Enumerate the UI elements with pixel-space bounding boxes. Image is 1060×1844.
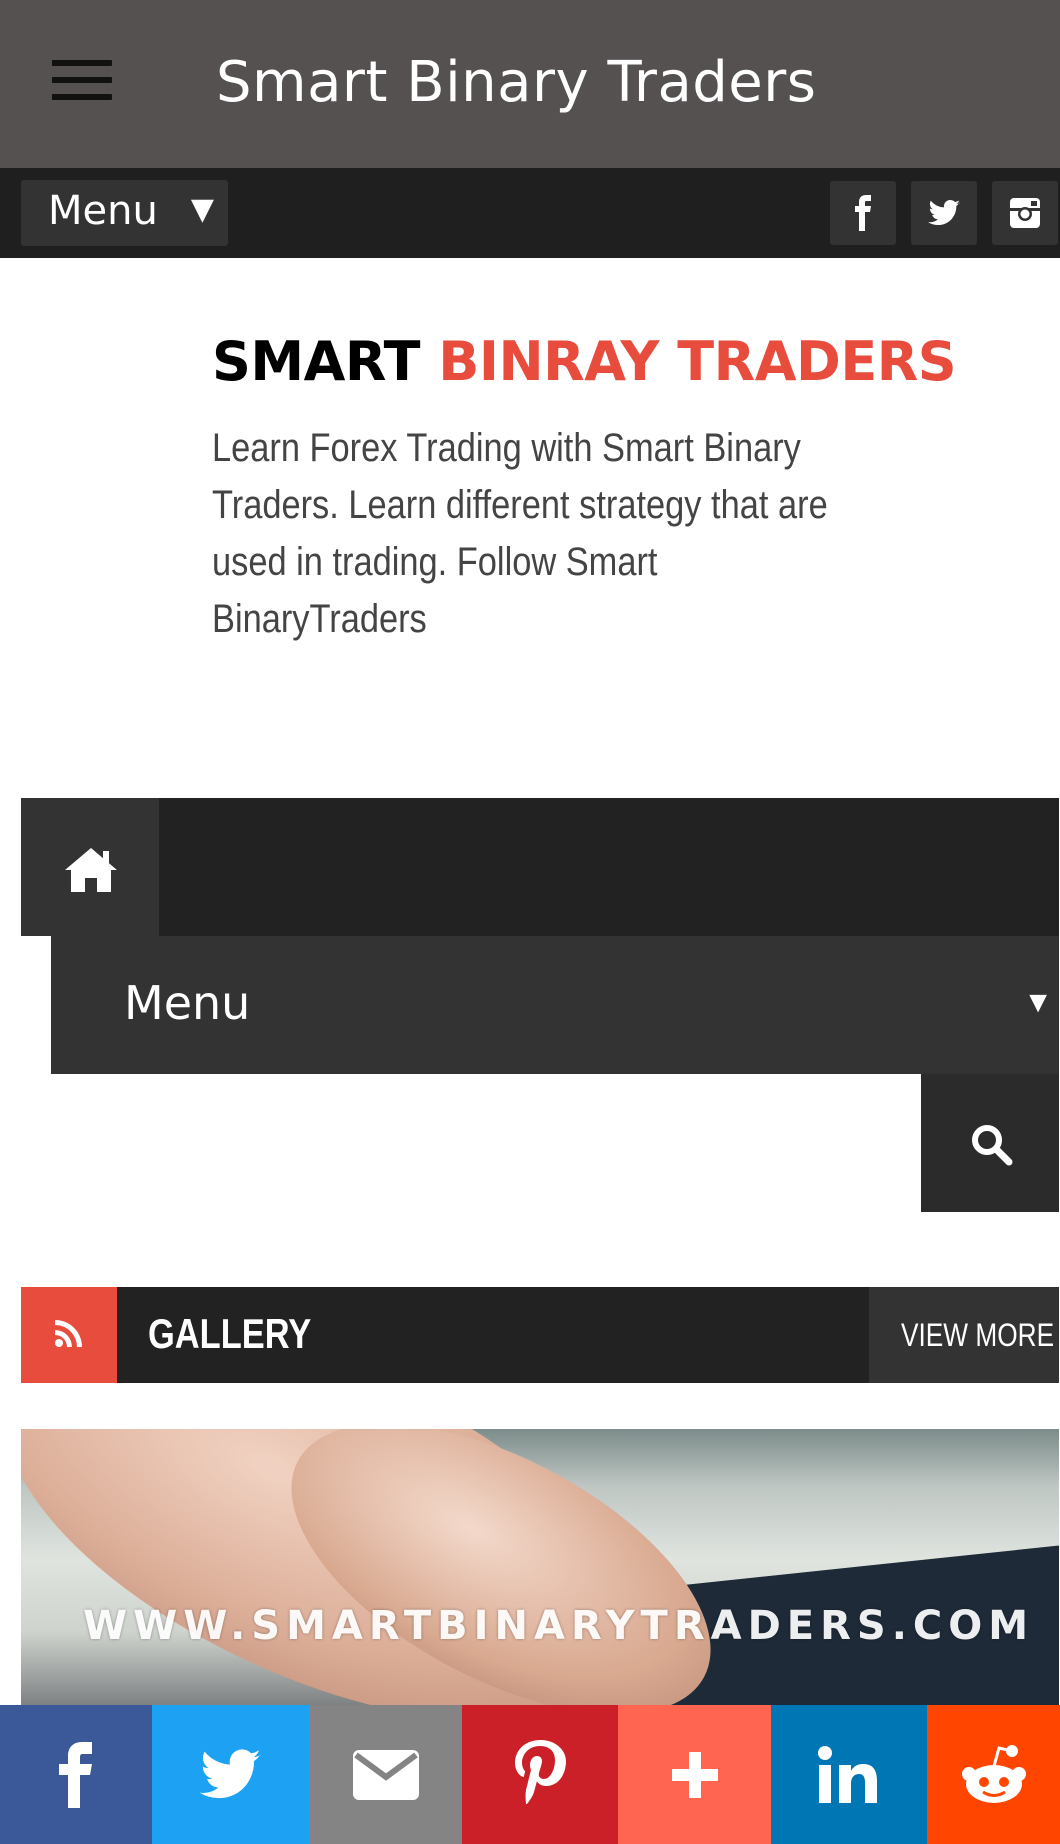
nav-menu-dropdown[interactable]: Menu ▼ <box>51 936 1059 1074</box>
search-button[interactable] <box>921 1074 1059 1212</box>
main-nav-bar <box>21 798 1059 936</box>
home-button[interactable] <box>21 798 159 936</box>
gallery-image[interactable]: WWW.SMARTBINARYTRADERS.COM <box>21 1429 1059 1719</box>
brand-word-1: SMART <box>212 330 420 393</box>
instagram-icon[interactable] <box>992 181 1058 245</box>
top-menu-dropdown[interactable]: Menu ▼ <box>21 180 228 246</box>
rss-icon <box>21 1287 117 1383</box>
twitter-icon <box>199 1748 261 1798</box>
view-more-label: VIEW MORE <box>901 1317 1055 1353</box>
chevron-down-icon: ▼ <box>190 192 214 227</box>
top-bar: Menu ▼ <box>0 168 1060 258</box>
site-tagline: Learn Forex Trading with Smart Binary Tr… <box>212 426 828 641</box>
share-facebook-button[interactable] <box>0 1705 152 1844</box>
reddit-icon <box>961 1744 1026 1803</box>
facebook-icon[interactable] <box>830 181 896 245</box>
search-icon <box>972 1125 1013 1166</box>
image-watermark: WWW.SMARTBINARYTRADERS.COM <box>83 1603 1035 1649</box>
view-more-button[interactable]: VIEW MORE <box>869 1287 1059 1383</box>
share-more-button[interactable] <box>618 1705 771 1844</box>
share-bar <box>0 1705 1060 1844</box>
plus-icon <box>671 1751 718 1798</box>
app-title: Smart Binary Traders <box>216 50 817 115</box>
share-twitter-button[interactable] <box>152 1705 309 1844</box>
share-linkedin-button[interactable] <box>771 1705 927 1844</box>
linkedin-icon <box>818 1745 877 1803</box>
share-reddit-button[interactable] <box>927 1705 1060 1844</box>
top-menu-label: Menu <box>48 188 158 234</box>
twitter-icon[interactable] <box>911 181 977 245</box>
chevron-down-icon: ▼ <box>1023 986 1053 1019</box>
facebook-icon <box>59 1741 92 1808</box>
site-brand[interactable]: SMART BINRAY TRADERS <box>212 330 957 393</box>
home-icon <box>65 848 117 892</box>
brand-word-2: BINRAY TRADERS <box>438 330 957 393</box>
pinterest-icon <box>515 1739 566 1804</box>
app-bar: Smart Binary Traders <box>0 0 1060 168</box>
email-icon <box>352 1749 419 1800</box>
hamburger-icon[interactable] <box>52 60 112 106</box>
share-email-button[interactable] <box>309 1705 462 1844</box>
gallery-title: GALLERY <box>148 1310 312 1357</box>
share-pinterest-button[interactable] <box>462 1705 618 1844</box>
nav-menu-label: Menu <box>124 976 251 1030</box>
